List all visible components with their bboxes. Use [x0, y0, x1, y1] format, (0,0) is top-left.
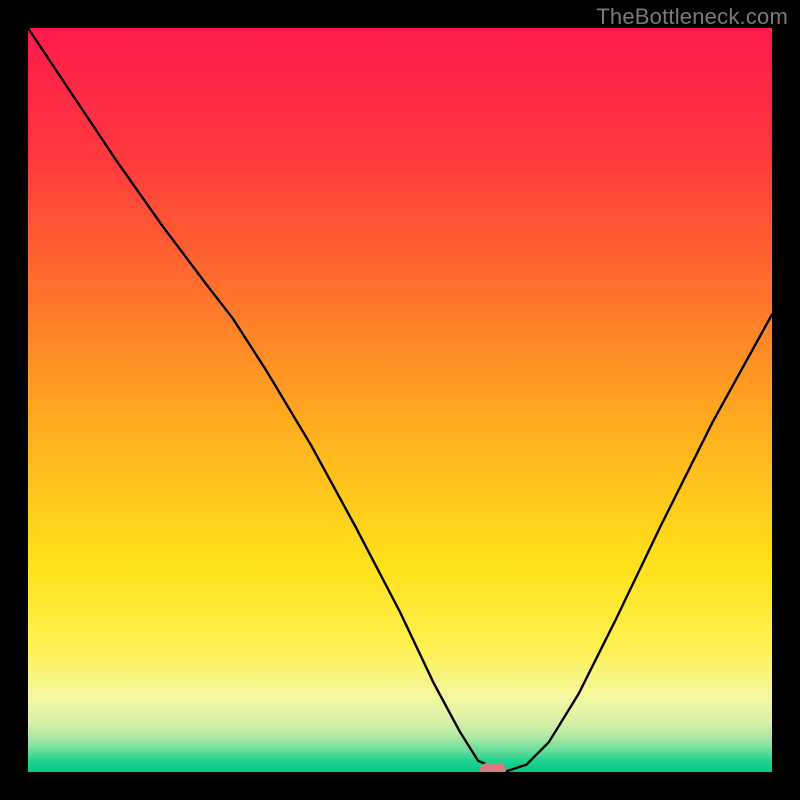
watermark-text: TheBottleneck.com: [596, 4, 788, 30]
bottleneck-curve: [28, 28, 772, 772]
optimal-point-marker: [480, 763, 506, 772]
plot-area: [28, 28, 772, 772]
